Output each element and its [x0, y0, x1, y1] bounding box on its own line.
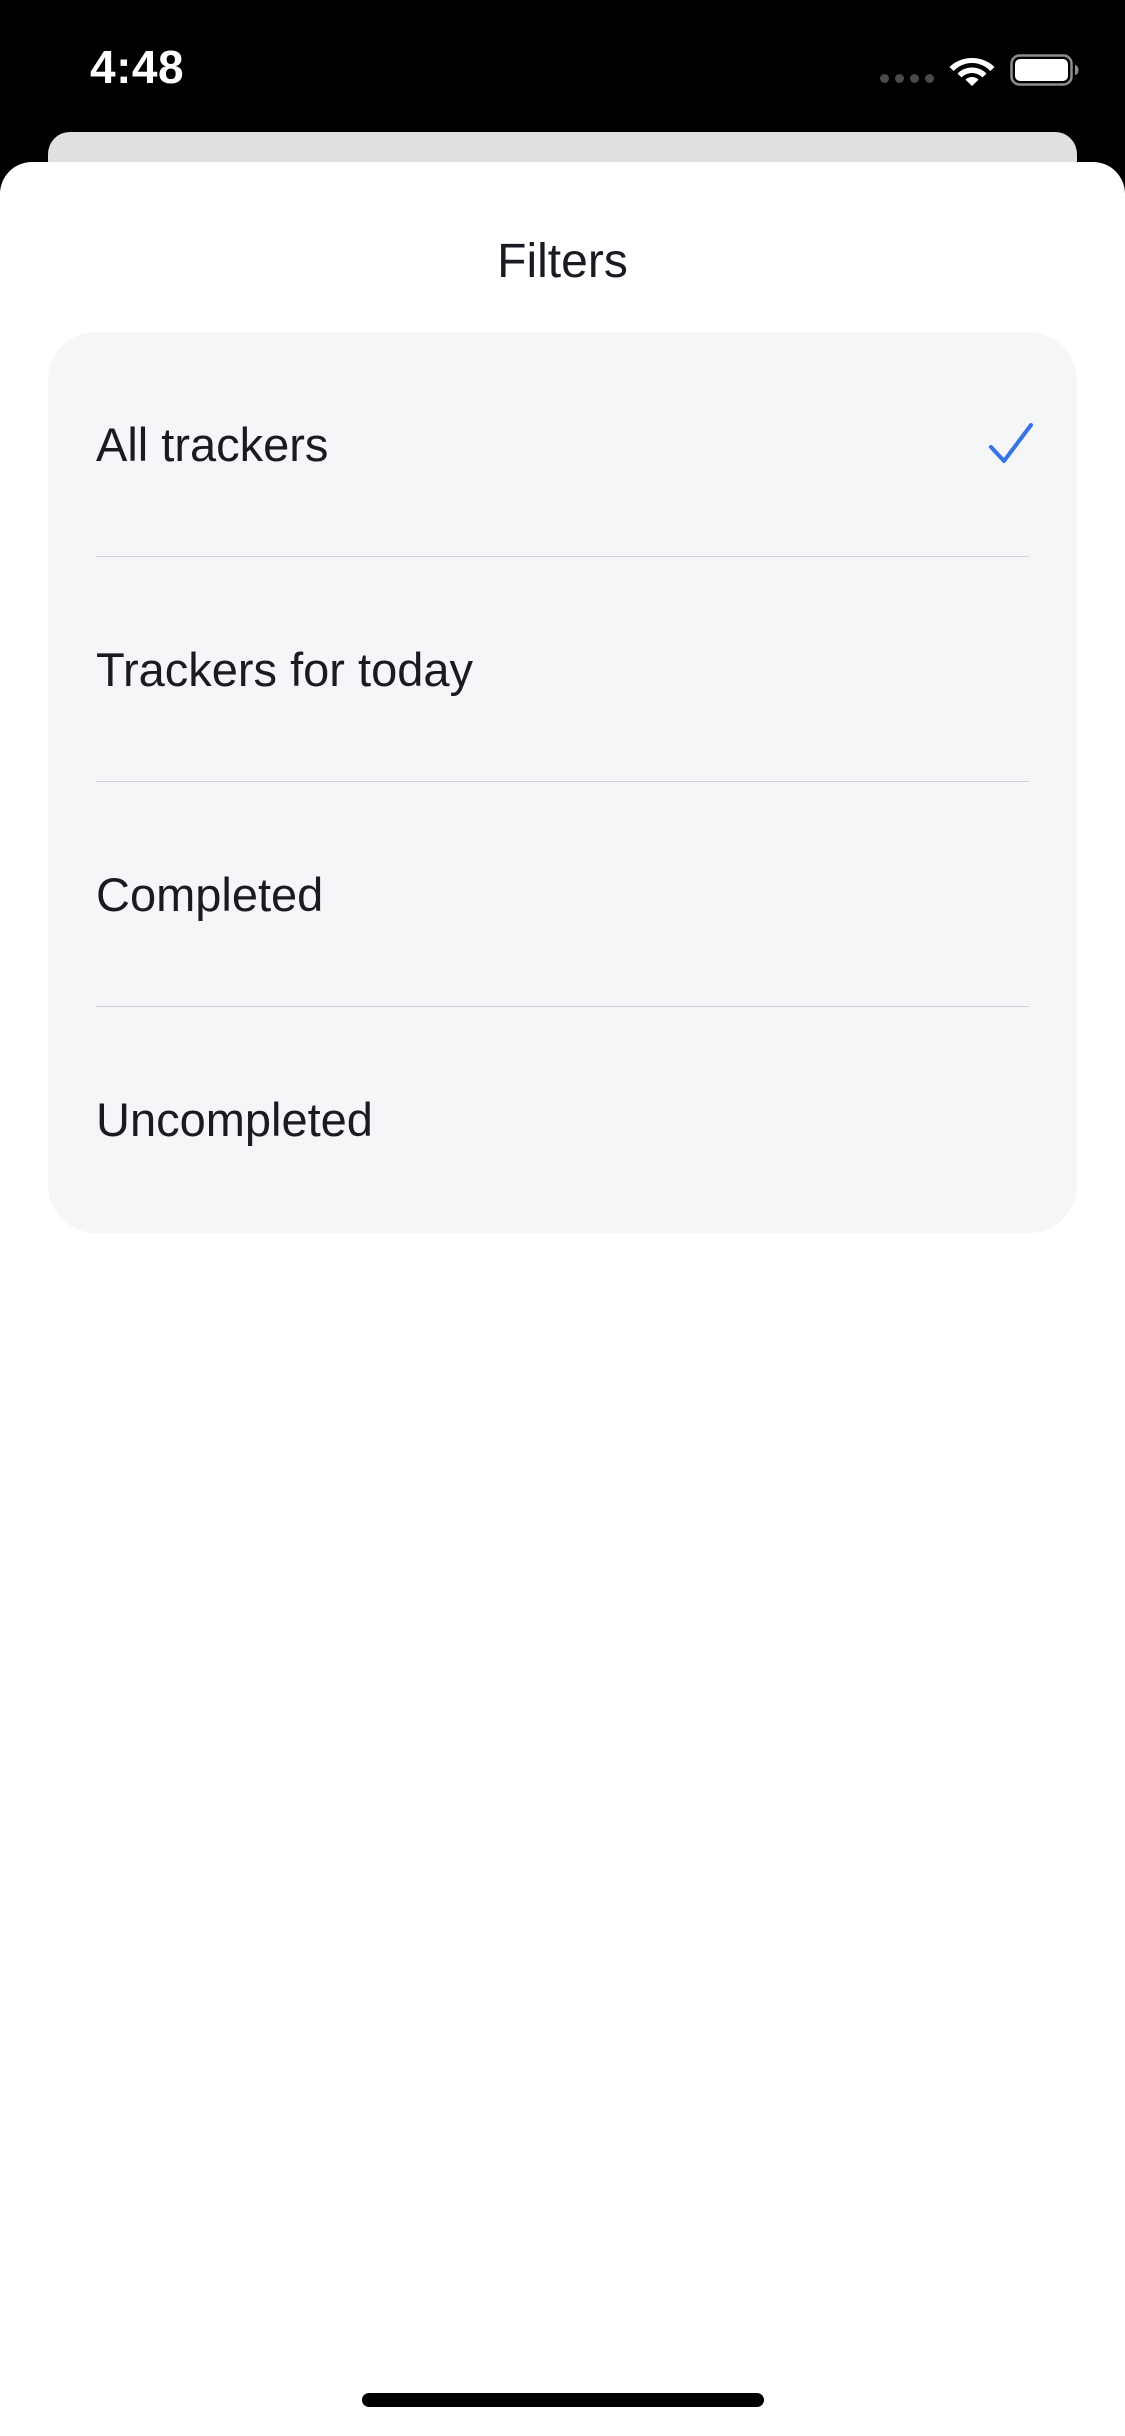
- option-label: Uncompleted: [96, 1093, 373, 1146]
- filter-option-all-trackers[interactable]: All trackers: [48, 332, 1077, 557]
- sheet-title: Filters: [497, 235, 628, 288]
- option-label: Completed: [96, 868, 324, 921]
- filter-option-trackers-for-today[interactable]: Trackers for today: [48, 557, 1077, 782]
- status-time: 4:48: [90, 41, 185, 93]
- screen: 4:48 Filters All trackers Trackers for t…: [0, 0, 1125, 2436]
- option-label: Trackers for today: [96, 643, 473, 696]
- option-label: All trackers: [96, 418, 329, 471]
- status-bar: 4:48: [0, 0, 1125, 132]
- battery-icon: [1010, 54, 1079, 86]
- filter-options-list: All trackers Trackers for today Complete…: [48, 332, 1077, 1233]
- filter-option-uncompleted[interactable]: Uncompleted: [48, 1007, 1077, 1232]
- checkmark-icon: [989, 422, 1033, 463]
- home-indicator[interactable]: [362, 2393, 764, 2407]
- wifi-icon: [949, 58, 995, 86]
- filter-option-completed[interactable]: Completed: [48, 782, 1077, 1007]
- cellular-signal-icon: [880, 74, 934, 83]
- filters-sheet: Filters All trackers Trackers for today …: [0, 162, 1125, 2436]
